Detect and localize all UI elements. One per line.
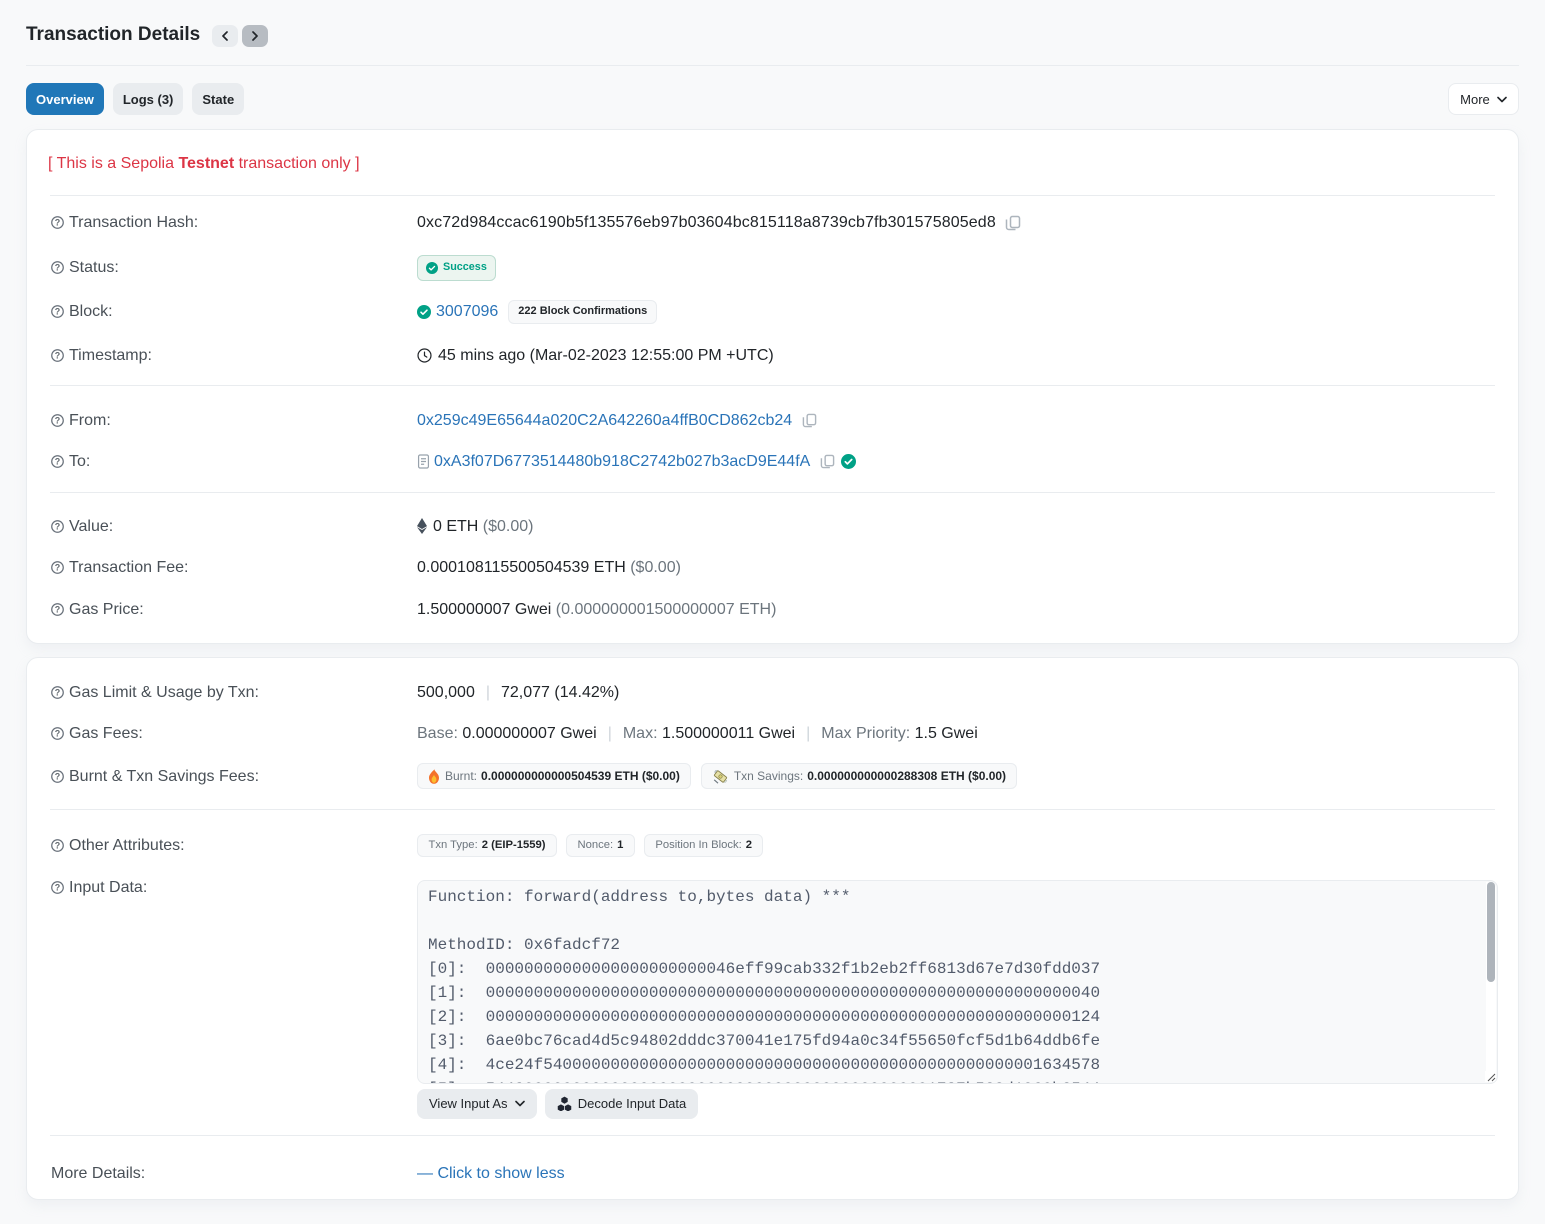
svg-text:?: ? <box>55 306 60 316</box>
svg-text:?: ? <box>55 604 60 614</box>
svg-text:?: ? <box>55 456 60 466</box>
svg-text:?: ? <box>55 771 60 781</box>
svg-text:?: ? <box>55 728 60 738</box>
svg-text:?: ? <box>55 415 60 425</box>
svg-text:?: ? <box>55 687 60 697</box>
svg-text:?: ? <box>55 262 60 272</box>
svg-text:?: ? <box>55 840 60 850</box>
svg-text:?: ? <box>55 562 60 572</box>
svg-text:?: ? <box>55 350 60 360</box>
svg-text:?: ? <box>55 521 60 531</box>
svg-text:?: ? <box>55 217 60 227</box>
svg-text:?: ? <box>55 882 60 892</box>
